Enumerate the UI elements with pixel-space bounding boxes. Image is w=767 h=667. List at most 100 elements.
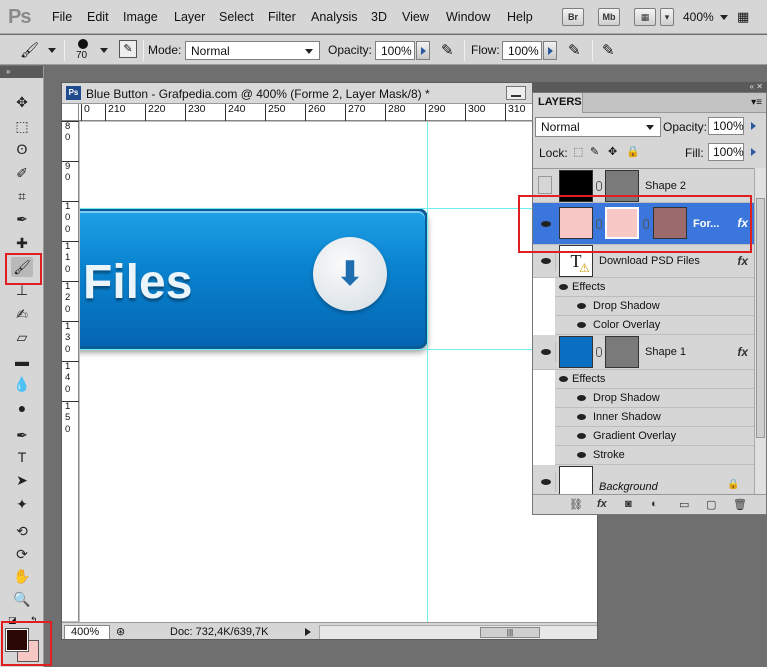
horizontal-ruler[interactable]: 0 210 220 230 240 250 260 270 280 290 30…	[79, 104, 597, 121]
effects-header[interactable]: Effects	[555, 370, 754, 389]
quick-selection-tool-icon[interactable]: ✐	[11, 163, 33, 183]
lock-transparency-icon[interactable]: ⬚	[573, 145, 583, 158]
lasso-tool-icon[interactable]: ʘ	[11, 139, 33, 159]
panel-collapse-bar[interactable]: « ✕	[532, 82, 767, 92]
lock-pixels-icon[interactable]: ✎	[590, 145, 599, 158]
menu-help[interactable]: Help	[507, 10, 533, 24]
bridge-icon[interactable]: Br	[562, 8, 584, 26]
gradient-tool-icon[interactable]: ▬	[11, 351, 33, 371]
eye-icon[interactable]	[577, 395, 586, 401]
blend-mode-select[interactable]: Normal	[535, 117, 661, 137]
airbrush-icon[interactable]: ✎	[568, 41, 581, 59]
guide-line[interactable]	[80, 349, 597, 350]
ruler-origin[interactable]	[62, 104, 79, 121]
eye-icon[interactable]	[559, 376, 568, 382]
status-info-icon[interactable]: ⊛	[116, 625, 125, 638]
3d-rotate-tool-icon[interactable]: ⟲	[11, 521, 33, 541]
visibility-toggle-hidden[interactable]	[538, 176, 552, 194]
scrollbar-thumb[interactable]: |||	[480, 627, 540, 638]
foreground-color-swatch[interactable]	[5, 628, 29, 652]
visibility-toggle[interactable]	[536, 342, 556, 362]
pen-tool-icon[interactable]: ✒	[11, 425, 33, 445]
effect-drop-shadow[interactable]: Drop Shadow	[555, 389, 754, 408]
mode-select[interactable]: Normal	[185, 41, 320, 60]
eye-icon[interactable]	[577, 433, 586, 439]
opacity-slider-button[interactable]	[416, 41, 430, 60]
arrange-icon[interactable]: ▦	[737, 9, 749, 25]
effect-gradient-overlay[interactable]: Gradient Overlay	[555, 427, 754, 446]
flow-slider-button[interactable]	[543, 41, 557, 60]
toolbox-collapse-icon[interactable]: »	[0, 66, 43, 78]
horizontal-scrollbar[interactable]: |||	[319, 625, 597, 639]
guide-line[interactable]	[427, 122, 428, 622]
tablet-pressure-size-icon[interactable]: ✎	[602, 41, 615, 59]
fill-field[interactable]: 100%	[708, 143, 744, 161]
document-titlebar[interactable]: Ps Blue Button - Grafpedia.com @ 400% (F…	[62, 83, 597, 104]
view-extras-icon[interactable]: ▾	[660, 8, 674, 26]
effect-inner-shadow[interactable]: Inner Shadow	[555, 408, 754, 427]
shape-tool-icon[interactable]: ✦	[11, 494, 33, 514]
menu-analysis[interactable]: Analysis	[311, 10, 358, 24]
brush-preset-icon[interactable]: 🖌	[20, 41, 39, 59]
menu-view[interactable]: View	[402, 10, 429, 24]
add-style-icon[interactable]: fx	[597, 498, 607, 510]
3d-orbit-tool-icon[interactable]: ⟳	[11, 544, 33, 564]
effect-stroke[interactable]: Stroke	[555, 446, 754, 465]
effect-color-overlay[interactable]: Color Overlay	[555, 316, 754, 335]
trash-icon[interactable]: 🗑	[733, 498, 747, 511]
layer-row-shape-1[interactable]: Shape 1 fx	[533, 335, 754, 370]
fx-icon[interactable]: fx	[737, 254, 748, 268]
status-zoom-field[interactable]: 400%	[64, 625, 110, 639]
lock-all-icon[interactable]: 🔒	[626, 145, 640, 158]
brush-panel-icon[interactable]: ✎	[119, 40, 137, 58]
vertical-ruler[interactable]: 8 0 9 0 1 0 0 1 1 0 1 2 0 1 3 0 1 4 0 1 …	[62, 121, 79, 621]
blur-tool-icon[interactable]: 💧	[11, 374, 33, 394]
eyedropper-tool-icon[interactable]: ✒	[11, 209, 33, 229]
menu-3d[interactable]: 3D	[371, 10, 387, 24]
marquee-tool-icon[interactable]: ⬚	[11, 116, 33, 136]
eye-icon[interactable]	[577, 303, 586, 309]
adjustment-layer-icon[interactable]: ◐	[651, 498, 658, 510]
menu-layer[interactable]: Layer	[174, 10, 205, 24]
new-layer-icon[interactable]: ▢	[706, 498, 716, 511]
zoom-readout[interactable]: 400%	[683, 10, 714, 24]
crop-tool-icon[interactable]: ⌗	[11, 186, 33, 206]
brush-size[interactable]: 70	[76, 50, 87, 61]
layers-scrollbar[interactable]	[754, 168, 766, 494]
eye-icon[interactable]	[577, 322, 586, 328]
menu-select[interactable]: Select	[219, 10, 254, 24]
path-selection-tool-icon[interactable]: ➤	[11, 470, 33, 490]
hand-tool-icon[interactable]: ✋	[11, 566, 33, 586]
healing-brush-tool-icon[interactable]: ✚	[11, 233, 33, 253]
eye-icon[interactable]	[577, 414, 586, 420]
zoom-tool-icon[interactable]: 🔍	[11, 589, 33, 609]
history-brush-tool-icon[interactable]: ✍	[11, 304, 33, 324]
menu-window[interactable]: Window	[446, 10, 490, 24]
add-mask-icon[interactable]: ◙	[625, 498, 632, 510]
arrow-right-icon[interactable]	[751, 122, 756, 130]
link-chain-icon[interactable]	[596, 181, 602, 191]
tablet-pressure-opacity-icon[interactable]: ✎	[441, 41, 454, 59]
zoom-dropdown-icon[interactable]	[720, 15, 728, 20]
new-group-icon[interactable]: ▭	[679, 498, 689, 511]
type-tool-icon[interactable]: T	[11, 447, 33, 467]
dodge-tool-icon[interactable]: ●	[11, 398, 33, 418]
arrow-right-icon[interactable]	[751, 148, 756, 156]
fx-icon[interactable]: fx	[737, 345, 748, 359]
visibility-toggle[interactable]	[536, 472, 556, 492]
lock-position-icon[interactable]: ✥	[608, 145, 617, 158]
panel-menu-icon[interactable]: ▾≡	[751, 97, 762, 108]
menu-filter[interactable]: Filter	[268, 10, 296, 24]
eraser-tool-icon[interactable]: ▱	[11, 327, 33, 347]
effects-header[interactable]: Effects	[555, 278, 754, 297]
layer-opacity-field[interactable]: 100%	[708, 117, 744, 135]
filmstrip-icon[interactable]: ▦	[634, 8, 656, 26]
status-menu-arrow-icon[interactable]	[305, 628, 311, 636]
effect-drop-shadow[interactable]: Drop Shadow	[555, 297, 754, 316]
link-chain-icon[interactable]	[596, 347, 602, 357]
menu-image[interactable]: Image	[123, 10, 158, 24]
move-tool-icon[interactable]: ✥	[11, 92, 33, 112]
brush-preset-dropdown-icon[interactable]	[48, 48, 56, 53]
layer-row-background[interactable]: Background 🔒	[533, 465, 754, 494]
visibility-toggle[interactable]	[536, 251, 556, 271]
